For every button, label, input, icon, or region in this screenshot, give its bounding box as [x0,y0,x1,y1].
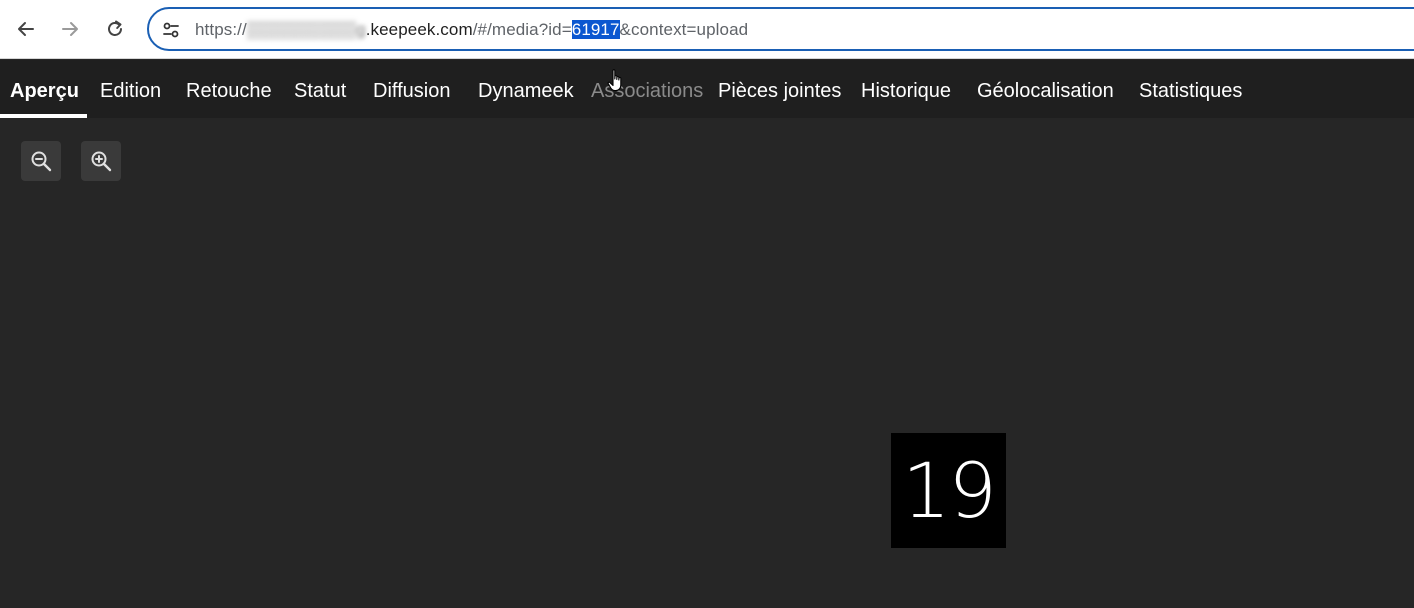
url-domain: .keepeek.com [365,20,473,39]
url-scheme: https:// [195,20,247,39]
url-path: /#/media?id= [472,20,572,39]
forward-button[interactable] [53,12,87,46]
url-selected-id: 61917 [571,20,620,39]
forward-arrow-icon [62,22,78,36]
zoom-out-button[interactable] [21,141,61,181]
back-button[interactable] [9,12,43,46]
media-tabs: Aperçu Edition Retouche Statut Diffusion… [0,60,1414,118]
site-info-button[interactable] [159,18,183,42]
media-preview-text: 19 [902,446,997,535]
tab-dynameek[interactable]: Dynameek [478,60,574,118]
tab-historique[interactable]: Historique [861,60,951,118]
tune-icon [163,22,179,38]
tab-geolocalisation[interactable]: Géolocalisation [977,60,1114,118]
reload-icon [108,20,122,36]
tab-edition[interactable]: Edition [100,60,161,118]
tab-statistiques[interactable]: Statistiques [1139,60,1242,118]
zoom-in-icon [91,151,112,172]
url-text[interactable]: https://▒▒▒▒▒▒▒▒▒g.keepeek.com/#/media?i… [195,19,748,41]
tab-diffusion[interactable]: Diffusion [373,60,450,118]
url-query-rest: &context=upload [619,20,749,39]
reload-button[interactable] [98,12,132,46]
address-bar[interactable]: https://▒▒▒▒▒▒▒▒▒g.keepeek.com/#/media?i… [147,7,1414,51]
zoom-out-icon [31,151,52,172]
media-preview[interactable]: 19 [891,433,1006,548]
back-arrow-icon [18,22,34,36]
tab-apercu[interactable]: Aperçu [10,60,79,118]
url-subdomain-blurred: ▒▒▒▒▒▒▒▒▒g [246,20,366,39]
zoom-in-button[interactable] [81,141,121,181]
tab-pieces-jointes[interactable]: Pièces jointes [718,60,841,118]
tab-retouche[interactable]: Retouche [186,60,272,118]
hand-cursor-icon [607,69,622,92]
active-tab-indicator [0,114,87,118]
browser-toolbar: https://▒▒▒▒▒▒▒▒▒g.keepeek.com/#/media?i… [0,0,1414,59]
tab-statut[interactable]: Statut [294,60,346,118]
